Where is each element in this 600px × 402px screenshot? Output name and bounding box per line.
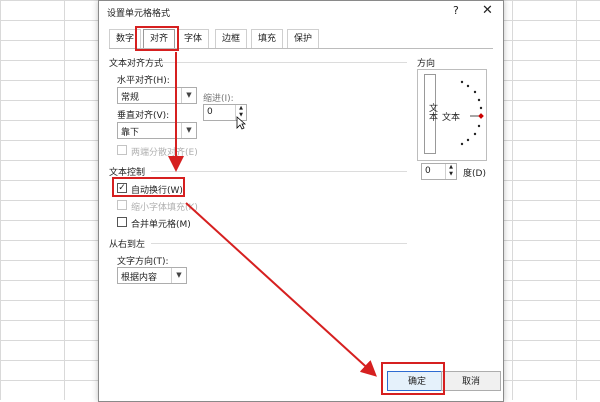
rtl-section-label: 从右到左 [109,240,146,250]
text-direction-label: 文字方向(T): [117,257,169,267]
text-direction-value: 根据内容 [121,273,158,283]
section-divider [151,243,407,244]
text-direction-select[interactable]: 根据内容 ▼ [117,267,187,284]
text-control-section-label: 文本控制 [109,168,146,178]
vertical-align-value: 靠下 [121,128,140,138]
ok-button[interactable]: 确定 [387,371,447,391]
close-icon[interactable]: ✕ [482,3,493,18]
vertical-align-select[interactable]: 靠下 ▼ [117,122,197,139]
dialog-titlebar: 设置单元格格式 ? ✕ [99,1,503,23]
orientation-box[interactable]: 文本 文本 [417,69,487,161]
tab-panel-border [109,48,493,49]
degrees-value: 0 [425,166,431,176]
degrees-spinner[interactable]: 0 ▲ ▼ [421,163,457,180]
chevron-down-icon: ▼ [181,123,196,138]
orientation-section-label: 方向 [417,59,436,69]
mouse-cursor-icon [236,116,246,130]
format-cells-dialog: 设置单元格格式 ? ✕ 数字 对齐 字体 边框 填充 保护 文本对齐方式 水平对… [98,0,504,402]
indent-label: 缩进(I): [203,94,234,104]
dialog-title: 设置单元格格式 [107,9,171,19]
tab-font[interactable]: 字体 [177,29,209,48]
text-alignment-section-label: 文本对齐方式 [109,59,164,69]
horizontal-text-label: 文本 [442,113,461,123]
horizontal-align-select[interactable]: 常规 ▼ [117,87,197,104]
help-icon[interactable]: ? [453,4,459,17]
tab-border[interactable]: 边框 [215,29,247,48]
spinner-arrows-icon[interactable]: ▲ ▼ [445,164,456,179]
horizontal-align-label: 水平对齐(H): [117,76,170,86]
distributed-checkbox [117,145,127,155]
wrap-text-label[interactable]: 自动换行(W) [131,183,183,196]
section-divider [161,62,407,63]
wrap-text-checkbox[interactable]: ✓ [117,183,127,193]
section-divider [151,171,407,172]
merge-cells-label[interactable]: 合并单元格(M) [131,217,191,230]
merge-cells-checkbox[interactable] [117,217,127,227]
tab-alignment[interactable]: 对齐 [143,29,175,49]
cancel-button[interactable]: 取消 [441,371,501,391]
degrees-label: 度(D) [463,169,486,179]
distributed-label: 两端分散对齐(E) [131,148,198,158]
vertical-align-label: 垂直对齐(V): [117,111,170,121]
tab-fill[interactable]: 填充 [251,29,283,48]
shrink-to-fit-checkbox [117,200,127,210]
tab-protection[interactable]: 保护 [287,29,319,48]
chevron-down-icon: ▼ [181,88,196,103]
shrink-to-fit-label: 缩小字体填充(K) [131,203,198,213]
horizontal-align-value: 常规 [121,93,140,103]
chevron-down-icon: ▼ [171,268,186,283]
indent-value: 0 [207,107,213,117]
tab-number[interactable]: 数字 [109,29,141,48]
